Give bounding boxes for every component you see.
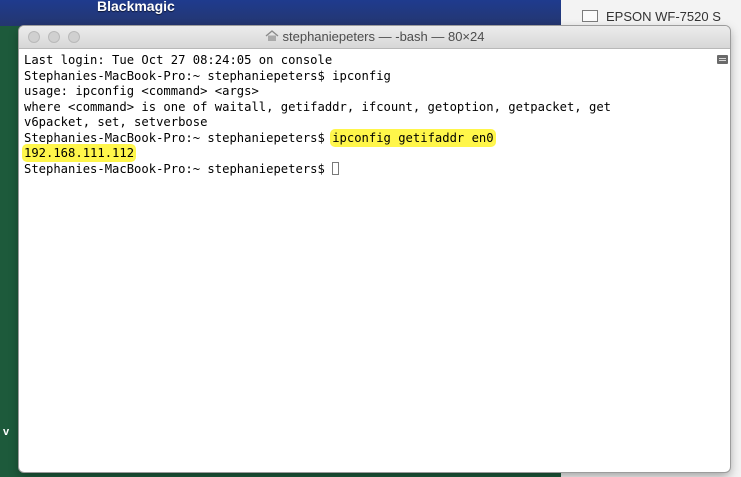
checkbox[interactable] <box>582 10 598 22</box>
window-title-text: stephaniepeters — -bash — 80×24 <box>282 29 485 44</box>
home-icon <box>265 30 278 41</box>
terminal-line: v6packet, set, setverbose <box>24 115 208 129</box>
terminal-output[interactable]: Last login: Tue Oct 27 08:24:05 on conso… <box>24 53 712 472</box>
terminal-command-line: Stephanies-MacBook-Pro:~ stephaniepeters… <box>24 130 712 147</box>
title-bar[interactable]: stephaniepeters — -bash — 80×24 <box>19 26 730 49</box>
ip-address-result: 192.168.111.112 <box>24 146 135 160</box>
highlighted-command: ipconfig getifaddr en0 <box>332 130 494 145</box>
printer-label: EPSON WF-7520 S <box>606 8 721 24</box>
prompt: Stephanies-MacBook-Pro:~ stephaniepeters… <box>24 130 333 145</box>
window-title: stephaniepeters — -bash — 80×24 <box>19 29 730 44</box>
desktop-side-glyph: v <box>3 426 10 438</box>
terminal-prompt-line: Stephanies-MacBook-Pro:~ stephaniepeters… <box>24 161 712 178</box>
terminal-line: Last login: Tue Oct 27 08:24:05 on conso… <box>24 53 333 67</box>
terminal-result-line: 192.168.111.112 <box>24 146 712 162</box>
terminal-line: usage: ipconfig <command> <args> <box>24 84 259 98</box>
desktop-folder-label: Blackmagic <box>97 0 175 14</box>
terminal-line: Stephanies-MacBook-Pro:~ stephaniepeters… <box>24 68 391 83</box>
prompt: Stephanies-MacBook-Pro:~ stephaniepeters… <box>24 161 333 176</box>
text-cursor <box>332 161 340 175</box>
desktop-top-strip: Blackmagic <box>0 0 561 26</box>
terminal-window: stephaniepeters — -bash — 80×24 Last log… <box>19 26 730 472</box>
printer-list-item[interactable]: EPSON WF-7520 S <box>582 7 721 25</box>
terminal-line: where <command> is one of waitall, getif… <box>24 99 611 114</box>
scrollbar-menu-icon[interactable] <box>717 55 728 64</box>
